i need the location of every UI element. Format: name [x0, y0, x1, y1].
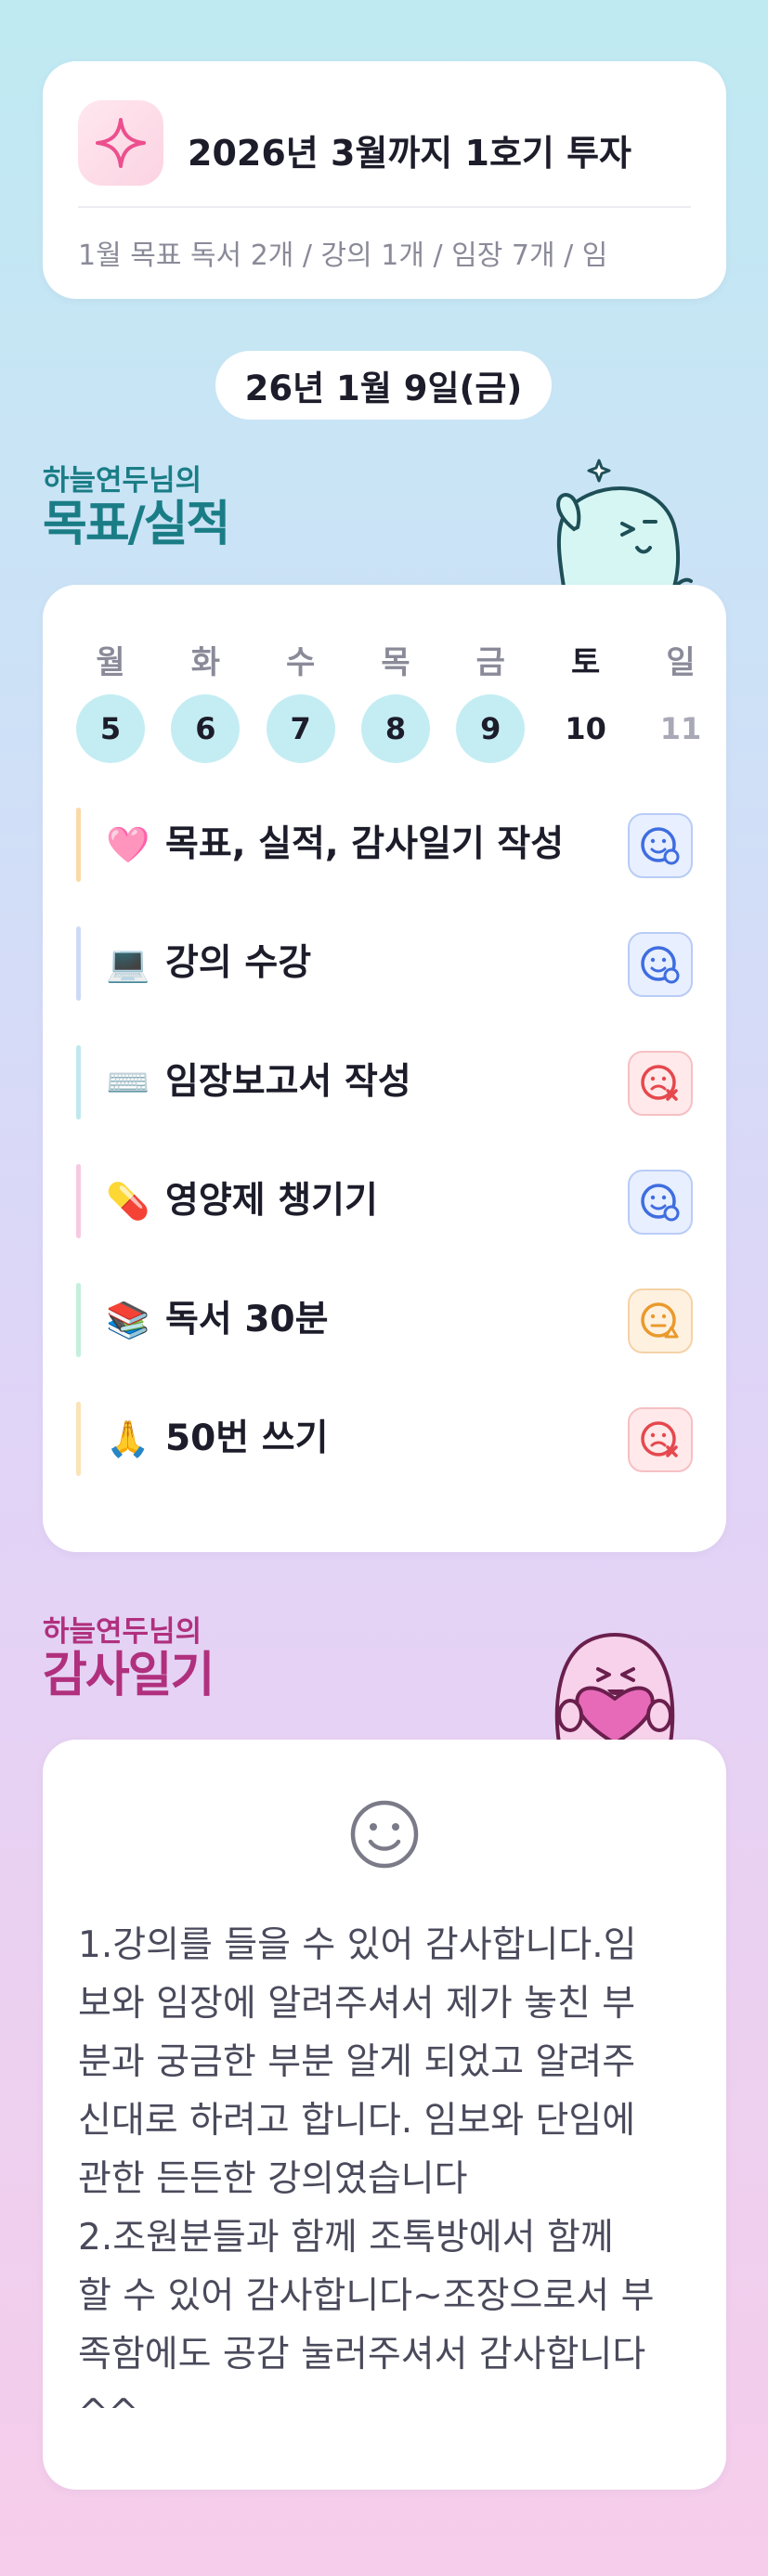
keyboard-icon: ⌨️ — [106, 1062, 150, 1103]
fail-status-icon[interactable] — [628, 1407, 693, 1472]
date-selector[interactable]: 26년 1월 9일(금) — [215, 351, 552, 420]
mint-mascot-illustration — [556, 459, 693, 592]
task-label: 강의 수강 — [165, 942, 312, 984]
weekday-name: 일 — [666, 644, 696, 681]
monthly-goal-text: 1월 목표 독서 2개 / 강의 1개 / 임장 7개 / 임 — [78, 239, 608, 272]
sparkle-icon — [78, 100, 163, 186]
task-color-bar — [76, 808, 81, 882]
task-item[interactable]: 🩷 목표, 실적, 감사일기 작성 — [76, 808, 693, 882]
task-color-bar — [76, 1402, 81, 1476]
done-status-icon[interactable] — [628, 813, 693, 878]
day-button[interactable]: 5 — [76, 694, 145, 763]
gratitude-text: 1.강의를 들을 수 있어 감사합니다.임 보와 임장에 알려주셔서 제가 놓친… — [78, 1924, 655, 2434]
day-button[interactable]: 6 — [171, 694, 241, 763]
weekday-name: 수 — [286, 644, 316, 681]
done-status-icon[interactable] — [628, 1170, 693, 1235]
books-icon: 📚 — [106, 1300, 150, 1340]
task-label: 목표, 실적, 감사일기 작성 — [165, 823, 565, 865]
fail-status-icon[interactable] — [628, 1051, 693, 1116]
weekday-name-today: 토 — [571, 644, 601, 681]
task-label: 영양제 챙기기 — [165, 1180, 378, 1222]
task-color-bar — [76, 1045, 81, 1120]
date-numbers-row: 5 6 7 8 9 10 11 — [76, 694, 715, 763]
weekday-name: 월 — [96, 644, 125, 681]
goal-card[interactable]: 2026년 3월까지 1호기 투자 1월 목표 독서 2개 / 강의 1개 / … — [43, 61, 726, 299]
task-color-bar — [76, 1283, 81, 1357]
day-button[interactable]: 7 — [266, 694, 335, 763]
pill-icon: 💊 — [106, 1181, 150, 1222]
weekday-names-row: 월 화 수 목 금 토 일 — [76, 637, 715, 682]
weekday-name: 금 — [475, 644, 505, 681]
task-label: 임장보고서 작성 — [165, 1061, 411, 1103]
smile-icon — [347, 1797, 422, 1871]
task-color-bar — [76, 1164, 81, 1238]
task-label: 50번 쓰기 — [165, 1417, 329, 1459]
praying-hands-icon: 🙏 — [106, 1418, 150, 1459]
gratitude-card: 1.강의를 들을 수 있어 감사합니다.임 보와 임장에 알려주셔서 제가 놓친… — [43, 1740, 726, 2490]
goals-owner-label: 하늘연두님의 — [43, 464, 202, 498]
day-button[interactable]: 9 — [456, 694, 526, 763]
partial-status-icon[interactable] — [628, 1288, 693, 1353]
task-color-bar — [76, 926, 81, 1001]
goals-heading: 목표/실적 — [43, 497, 230, 552]
weekday-name: 화 — [190, 644, 220, 681]
task-item[interactable]: ⌨️ 임장보고서 작성 — [76, 1045, 693, 1120]
gratitude-heading: 감사일기 — [43, 1648, 215, 1703]
day-button[interactable]: 8 — [360, 694, 430, 763]
task-item[interactable]: 💊 영양제 챙기기 — [76, 1164, 693, 1238]
task-label: 독서 30분 — [165, 1299, 329, 1340]
goals-section-header: 하늘연두님의 목표/실적 — [43, 464, 230, 552]
laptop-icon: 💻 — [106, 943, 150, 984]
heart-icon: 🩷 — [106, 824, 150, 865]
done-status-icon[interactable] — [628, 932, 693, 997]
divider — [78, 206, 691, 208]
task-item[interactable]: 💻 강의 수강 — [76, 926, 693, 1001]
gratitude-owner-label: 하늘연두님의 — [43, 1615, 202, 1649]
pink-mascot-illustration — [554, 1633, 675, 1743]
day-button-future[interactable]: 11 — [646, 694, 715, 763]
goals-card: 월 화 수 목 금 토 일 5 6 7 8 9 10 11 🩷 목표, 실적, … — [43, 585, 726, 1552]
day-button-today[interactable]: 10 — [552, 694, 620, 763]
gratitude-section-header: 하늘연두님의 감사일기 — [43, 1615, 215, 1703]
goal-title: 2026년 3월까지 1호기 투자 — [188, 133, 632, 174]
weekday-name: 목 — [381, 644, 410, 681]
task-item[interactable]: 🙏 50번 쓰기 — [76, 1402, 693, 1476]
task-item[interactable]: 📚 독서 30분 — [76, 1283, 693, 1357]
